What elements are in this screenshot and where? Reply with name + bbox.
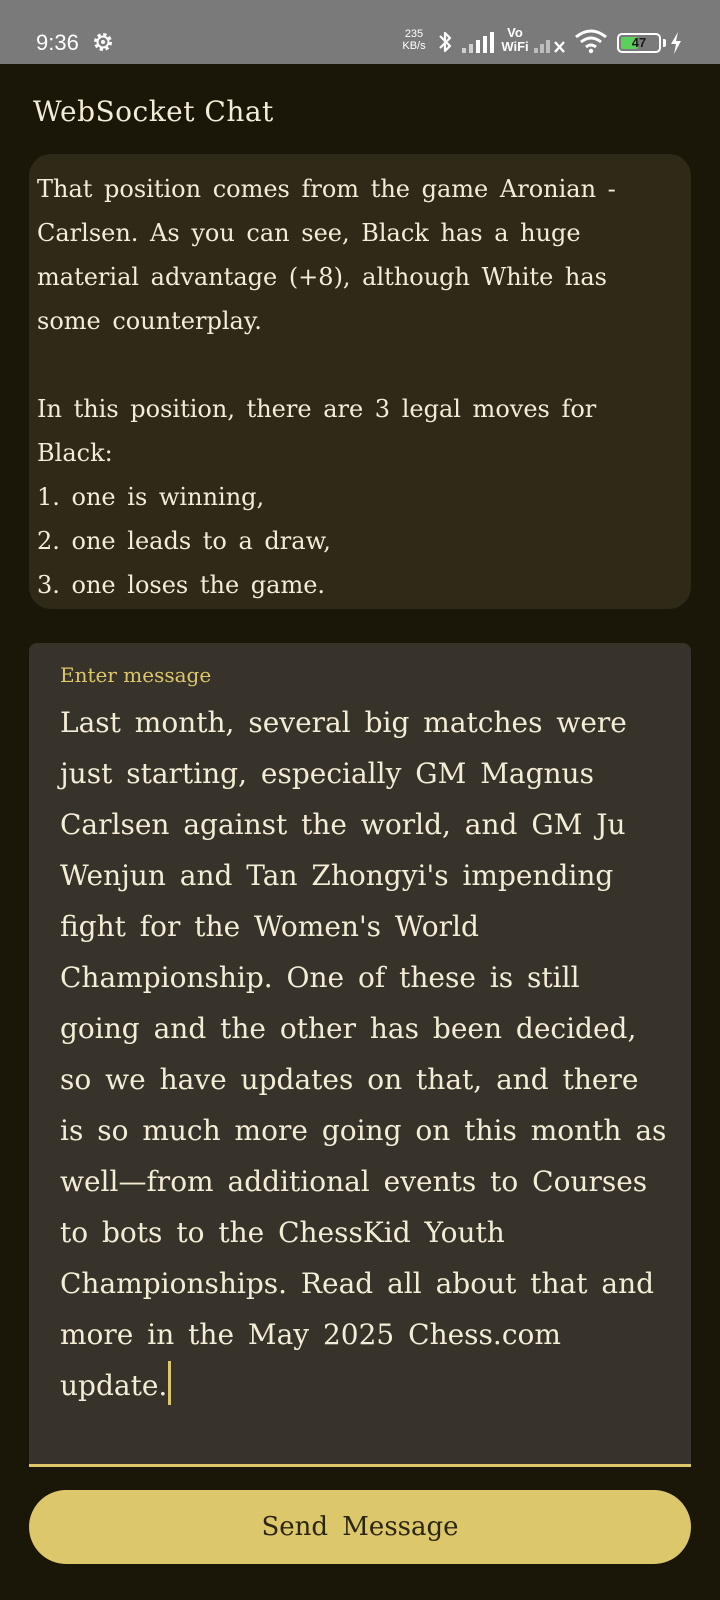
text-cursor — [168, 1361, 172, 1405]
vowifi-top: Vo — [507, 25, 523, 40]
message-text: That position comes from the game Aronia… — [37, 175, 616, 599]
bluetooth-icon — [439, 31, 452, 53]
charging-bolt-icon — [671, 32, 681, 54]
message-bubble: That position comes from the game Aronia… — [29, 154, 691, 609]
signal-no-service-icon — [534, 40, 565, 53]
status-time: 9:36 — [36, 30, 79, 55]
message-input-label: Enter message — [60, 663, 212, 687]
message-input[interactable]: Enter message Last month, several big ma… — [29, 643, 691, 1467]
network-speed-unit: KB/s — [402, 40, 426, 52]
settings-gear-icon — [94, 33, 112, 51]
vowifi-indicator: Vo WiFi — [500, 26, 530, 54]
battery-level: 47 — [631, 35, 647, 50]
app-title: WebSocket Chat — [33, 95, 274, 128]
vowifi-bottom: WiFi — [501, 39, 529, 54]
status-bar: 9:36 235 KB/s Vo WiFi 47 — [0, 0, 720, 64]
network-speed-value: 235 — [404, 28, 424, 40]
message-input-text: Last month, several big matches were jus… — [60, 706, 681, 1402]
send-message-button[interactable]: Send Message — [29, 1490, 691, 1564]
battery-nub — [663, 39, 666, 47]
network-speed: 235 KB/s — [400, 28, 428, 52]
wifi-icon — [575, 29, 607, 54]
signal-icon — [462, 32, 494, 53]
message-input-value[interactable]: Last month, several big matches were jus… — [60, 697, 670, 1411]
battery-icon: 47 — [617, 33, 661, 53]
